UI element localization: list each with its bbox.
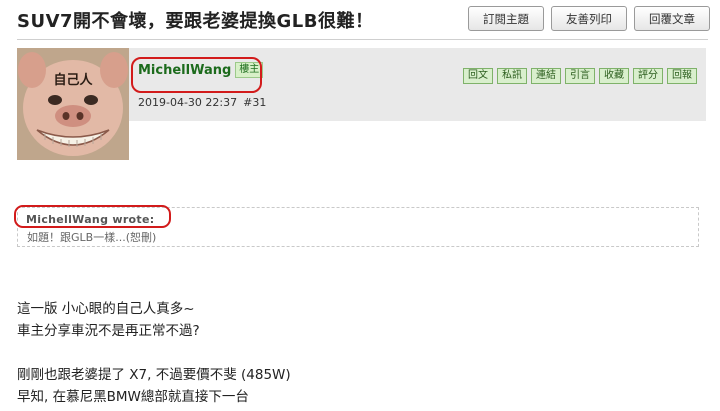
post-timestamp: 2019-04-30 22:37 #31 bbox=[138, 96, 266, 109]
quote-highlight-circle bbox=[14, 205, 171, 228]
body-blank-line bbox=[17, 342, 291, 364]
reply-thread-button[interactable]: 回覆文章 bbox=[634, 6, 710, 31]
header-divider bbox=[17, 39, 708, 40]
post-actions: 回文 私訊 連結 引言 收藏 評分 回報 bbox=[463, 68, 697, 84]
subscribe-thread-button[interactable]: 訂閱主題 bbox=[468, 6, 544, 31]
author-highlight-circle bbox=[131, 57, 262, 93]
body-line: 車主分享車況不是再正常不過? bbox=[17, 323, 200, 339]
body-line: 剛剛也跟老婆提了 X7, 不過要價不斐 (485W) bbox=[17, 367, 291, 383]
quote-text: 如題！跟GLB一樣...(恕刪) bbox=[27, 231, 157, 244]
body-line: 這一版 小心眼的自己人真多~ bbox=[17, 301, 195, 317]
print-friendly-button[interactable]: 友善列印 bbox=[551, 6, 627, 31]
thread-title: SUV7開不會壞，要跟老婆提換GLB很難！ bbox=[17, 11, 374, 32]
reply-button[interactable]: 回文 bbox=[463, 68, 493, 84]
pig-avatar-icon bbox=[17, 48, 129, 160]
post-body: 這一版 小心眼的自己人真多~ 車主分享車況不是再正常不過? 剛剛也跟老婆提了 X… bbox=[17, 298, 291, 408]
post-time: 2019-04-30 22:37 bbox=[138, 96, 238, 109]
avatar[interactable]: 自己人 bbox=[17, 48, 129, 160]
thread-actions: 訂閱主題 友善列印 回覆文章 bbox=[468, 6, 710, 31]
private-message-button[interactable]: 私訊 bbox=[497, 68, 527, 84]
link-button[interactable]: 連結 bbox=[531, 68, 561, 84]
report-button[interactable]: 回報 bbox=[667, 68, 697, 84]
avatar-caption: 自己人 bbox=[53, 73, 93, 88]
forum-thread-page: SUV7開不會壞，要跟老婆提換GLB很難！ 訂閱主題 友善列印 回覆文章 自己人… bbox=[0, 0, 720, 411]
quote-button[interactable]: 引言 bbox=[565, 68, 595, 84]
post-floor-link[interactable]: #31 bbox=[243, 96, 266, 109]
body-line: 早知, 在慕尼黑BMW總部就直接下一台 bbox=[17, 389, 249, 405]
favorite-button[interactable]: 收藏 bbox=[599, 68, 629, 84]
rate-button[interactable]: 評分 bbox=[633, 68, 663, 84]
